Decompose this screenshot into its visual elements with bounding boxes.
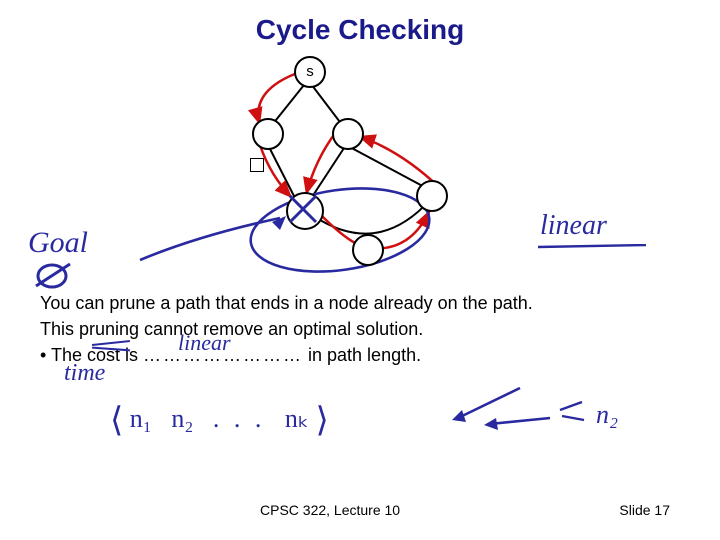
goal-symbol-icon [34,262,78,294]
node-start: s [294,56,326,88]
seq-open: ⟨ [110,402,123,439]
node-far [416,180,448,212]
node-left [252,118,284,150]
slide-title: Cycle Checking [0,0,720,46]
line3-post: in path length. [303,345,421,365]
scribble-cost-icon [92,340,130,352]
annotation-time: time [64,360,105,387]
seq-n1: n₁ [130,404,152,433]
body-text: You can prune a path that ends in a node… [40,290,680,368]
footer-slide-number: Slide 17 [619,502,670,518]
diagram: s Goal linear [0,50,720,280]
body-line-1: You can prune a path that ends in a node… [40,290,680,316]
seq-n2: n₂ [171,404,193,433]
body-line-3: • The cost is …………………… in path length. [40,342,680,368]
seq-dots: . . . [213,404,266,433]
arrows-to-nk-icon [400,380,600,460]
body-line-2: This pruning cannot remove an optimal so… [40,316,680,342]
annotation-goal: Goal [28,226,88,260]
annotation-linear-blank: linear [178,330,231,356]
x-mark-icon [286,192,322,228]
seq-close: ⟩ [316,402,329,439]
seq-nk: nₖ [285,404,309,433]
node-bottom [352,234,384,266]
annotation-linear: linear [540,210,607,242]
footer-lecture: CPSC 322, Lecture 10 [260,502,400,518]
node-right [332,118,364,150]
